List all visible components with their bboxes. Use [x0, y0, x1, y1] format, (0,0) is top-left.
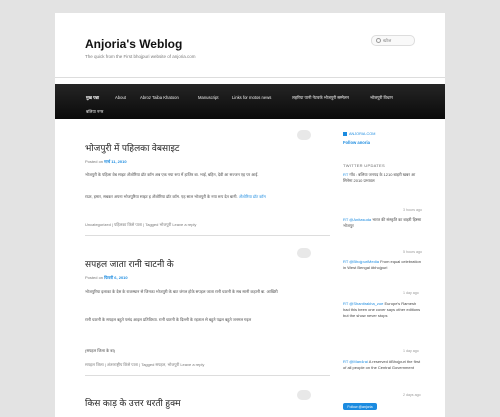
site-icon: [343, 132, 347, 136]
twitter-follow-button[interactable]: Follow @anjoria: [343, 403, 377, 410]
tweet-time[interactable]: 2 days ago: [403, 393, 421, 397]
post-title[interactable]: किस काड़ के उत्तर धरती हुक्म: [85, 396, 181, 409]
post-date-link[interactable]: फिवरी 6, 2010: [104, 275, 127, 280]
post-paragraph: रानी चाटनी के सपहल बहुते पसंद आइल प्रतिव…: [85, 317, 252, 322]
tweet: RT गाँव : बलिया जनपद के 1210 बाहरी खबर आ…: [343, 172, 416, 183]
site-title[interactable]: Anjoria's Weblog: [85, 37, 182, 51]
post-divider: [85, 235, 330, 236]
tweet: RT @Anitasuda भारत की संस्कृति का बाहरी …: [343, 217, 422, 228]
search-input[interactable]: खोज: [371, 35, 415, 46]
twitter-title: TWITTER UPDATES: [343, 163, 385, 168]
post-title[interactable]: सपहल जाता रानी चाटनी के: [85, 257, 174, 270]
comment-bubble-icon[interactable]: [297, 390, 311, 400]
post-meta: Posted on मार्च 11, 2010: [85, 159, 127, 164]
post-paragraph: राउर, हमार, सबकर अपना भोजपुरिया साइट ह अ…: [85, 194, 266, 199]
tweet: RT @BhojpuriMedia From equal celebration…: [343, 259, 421, 270]
post-meta: Posted on फिवरी 6, 2010: [85, 275, 128, 280]
post-date-link[interactable]: मार्च 11, 2010: [104, 159, 126, 164]
tweet-time[interactable]: 3 hours ago: [403, 208, 422, 212]
widget-header[interactable]: ANJORIA.COM: [343, 131, 423, 137]
nav-item-about[interactable]: About: [115, 95, 126, 100]
post-paragraph: भोजपुरी के पहिला वेब साइट अँजोरिया डॉट क…: [85, 172, 259, 177]
read-more-link[interactable]: (सपहल जिला के बा): [85, 347, 325, 354]
search-placeholder: खोज: [383, 37, 392, 43]
nav-item-manuscript[interactable]: Manuscript: [198, 95, 218, 100]
tweet-time[interactable]: 1 day ago: [403, 291, 419, 295]
nav-item-ballia[interactable]: बलिया नगर: [86, 109, 103, 115]
comment-bubble-icon[interactable]: [297, 248, 311, 258]
tweet-time[interactable]: 1 day ago: [403, 349, 419, 353]
tweet: RT @Man4rai A reserved #Bhojpuri the fir…: [343, 359, 421, 370]
tweet: RT @Shantirakha_zoe Europe's Ramesh had …: [343, 301, 421, 318]
post-divider: [85, 375, 330, 376]
main-navigation: मुख पन्ना About Abroz Taiba Khatoon Manu…: [55, 84, 445, 119]
nav-item-network[interactable]: लहरिया पानी नेटवर्क भोजपुरी सम्मेलन: [292, 95, 349, 101]
post-paragraph: भोजपुरिया इलाका के देस के राजस्थान से जि…: [85, 289, 278, 294]
nav-item-abroz[interactable]: Abroz Taiba Khatoon: [140, 95, 179, 100]
post-tags[interactable]: सपहल जिला | अंतरराष्ट्रीय किंसे पाता | T…: [85, 362, 204, 368]
search-icon: [376, 38, 381, 43]
page-container: Anjoria's Weblog The quick from the Firs…: [55, 13, 445, 417]
post-tags[interactable]: Uncategorized | पहिलका किंसे पाता | Tagg…: [85, 222, 196, 228]
nav-item-links[interactable]: Links for motos news: [232, 95, 271, 100]
site-description: The quick from the First bhojpuri websit…: [85, 54, 196, 59]
comment-bubble-icon[interactable]: [297, 130, 311, 140]
post-inline-link[interactable]: अँजोरिया डॉट कॉम: [239, 194, 266, 199]
header-divider: [55, 77, 445, 78]
tweet-time[interactable]: 5 hours ago: [403, 250, 422, 254]
nav-item-home[interactable]: मुख पन्ना: [86, 95, 99, 101]
nav-item-vidhan[interactable]: भोजपुरी विधान: [370, 95, 393, 101]
post-title[interactable]: भोजपुरी में पहिलका वेबसाइट: [85, 141, 179, 154]
follow-link[interactable]: Follow anoria: [343, 140, 370, 145]
